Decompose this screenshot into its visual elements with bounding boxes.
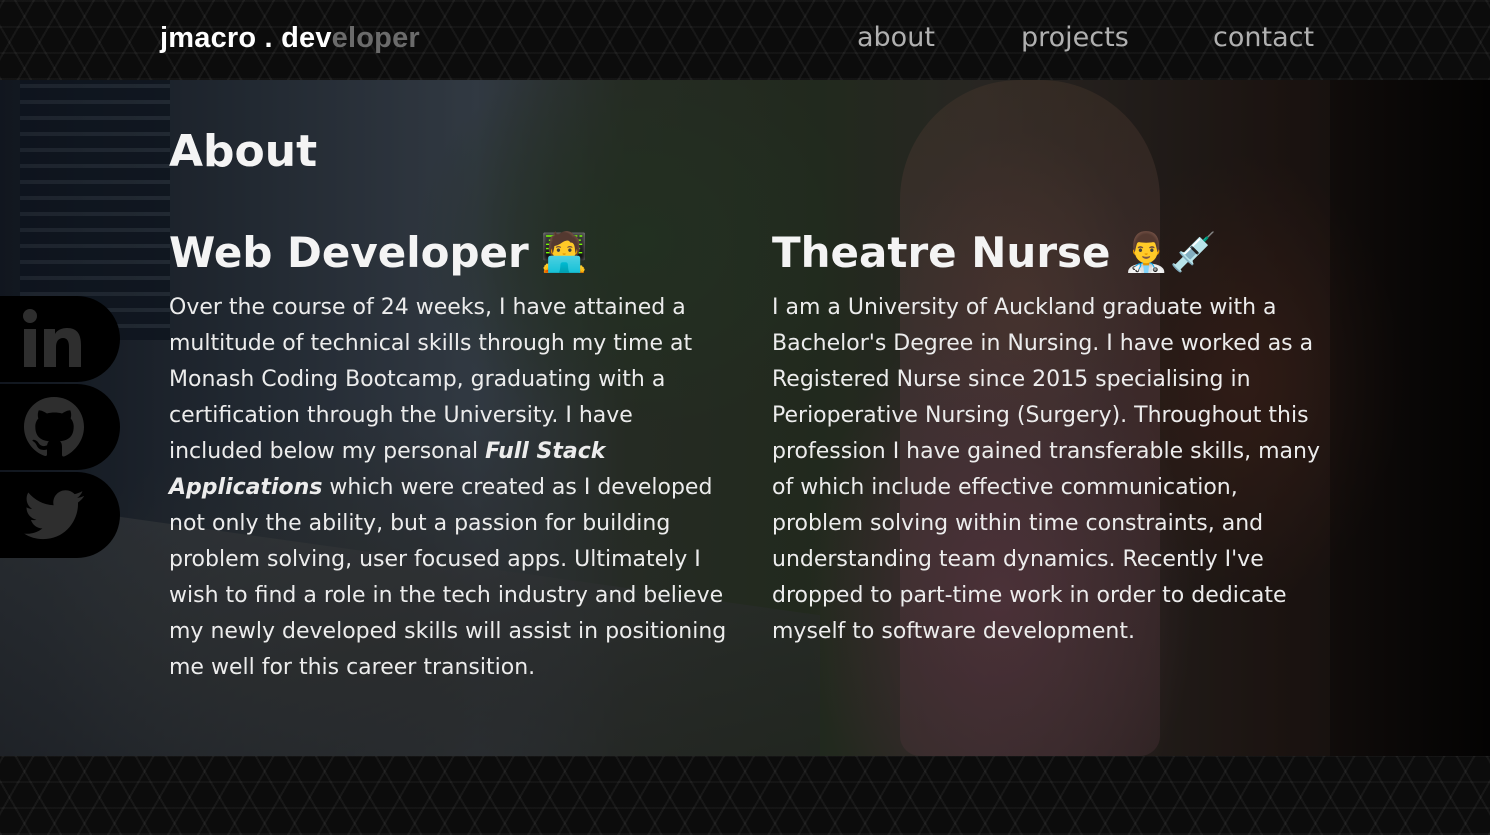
twitter-icon bbox=[24, 490, 85, 540]
site-logo[interactable]: jmacro . developer bbox=[160, 22, 420, 55]
technologist-emoji-icon: 🧑‍💻 bbox=[540, 230, 589, 274]
theatre-nurse-heading-text: Theatre Nurse bbox=[772, 228, 1111, 277]
linkedin-link[interactable] bbox=[0, 296, 120, 382]
github-icon bbox=[24, 397, 84, 457]
page-title: About bbox=[169, 126, 318, 177]
theatre-nurse-description: I am a University of Auckland graduate w… bbox=[772, 295, 1320, 644]
top-navigation-bar: jmacro . developer about projects contac… bbox=[0, 0, 1490, 80]
brand-text-secondary: eloper bbox=[331, 22, 420, 54]
web-developer-text-intro: Over the course of 24 weeks, I have atta… bbox=[169, 295, 693, 464]
nav-link-about[interactable]: about bbox=[857, 22, 935, 53]
brand-text-primary: jmacro . dev bbox=[160, 22, 332, 54]
nav-link-projects[interactable]: projects bbox=[1021, 22, 1129, 53]
twitter-link[interactable] bbox=[0, 472, 120, 558]
footer-bar bbox=[0, 756, 1490, 835]
theatre-nurse-heading: Theatre Nurse 👨‍⚕️💉 bbox=[772, 228, 1217, 277]
github-link[interactable] bbox=[0, 384, 120, 470]
linkedin-icon bbox=[23, 309, 81, 367]
web-developer-heading: Web Developer 🧑‍💻 bbox=[169, 228, 588, 277]
web-developer-text-rest: which were created as I developed not on… bbox=[169, 475, 727, 680]
nav-link-contact[interactable]: contact bbox=[1213, 22, 1314, 53]
web-developer-description: Over the course of 24 weeks, I have atta… bbox=[169, 290, 729, 686]
web-developer-heading-text: Web Developer bbox=[169, 228, 529, 277]
health-worker-syringe-emoji-icon: 👨‍⚕️💉 bbox=[1122, 230, 1218, 274]
